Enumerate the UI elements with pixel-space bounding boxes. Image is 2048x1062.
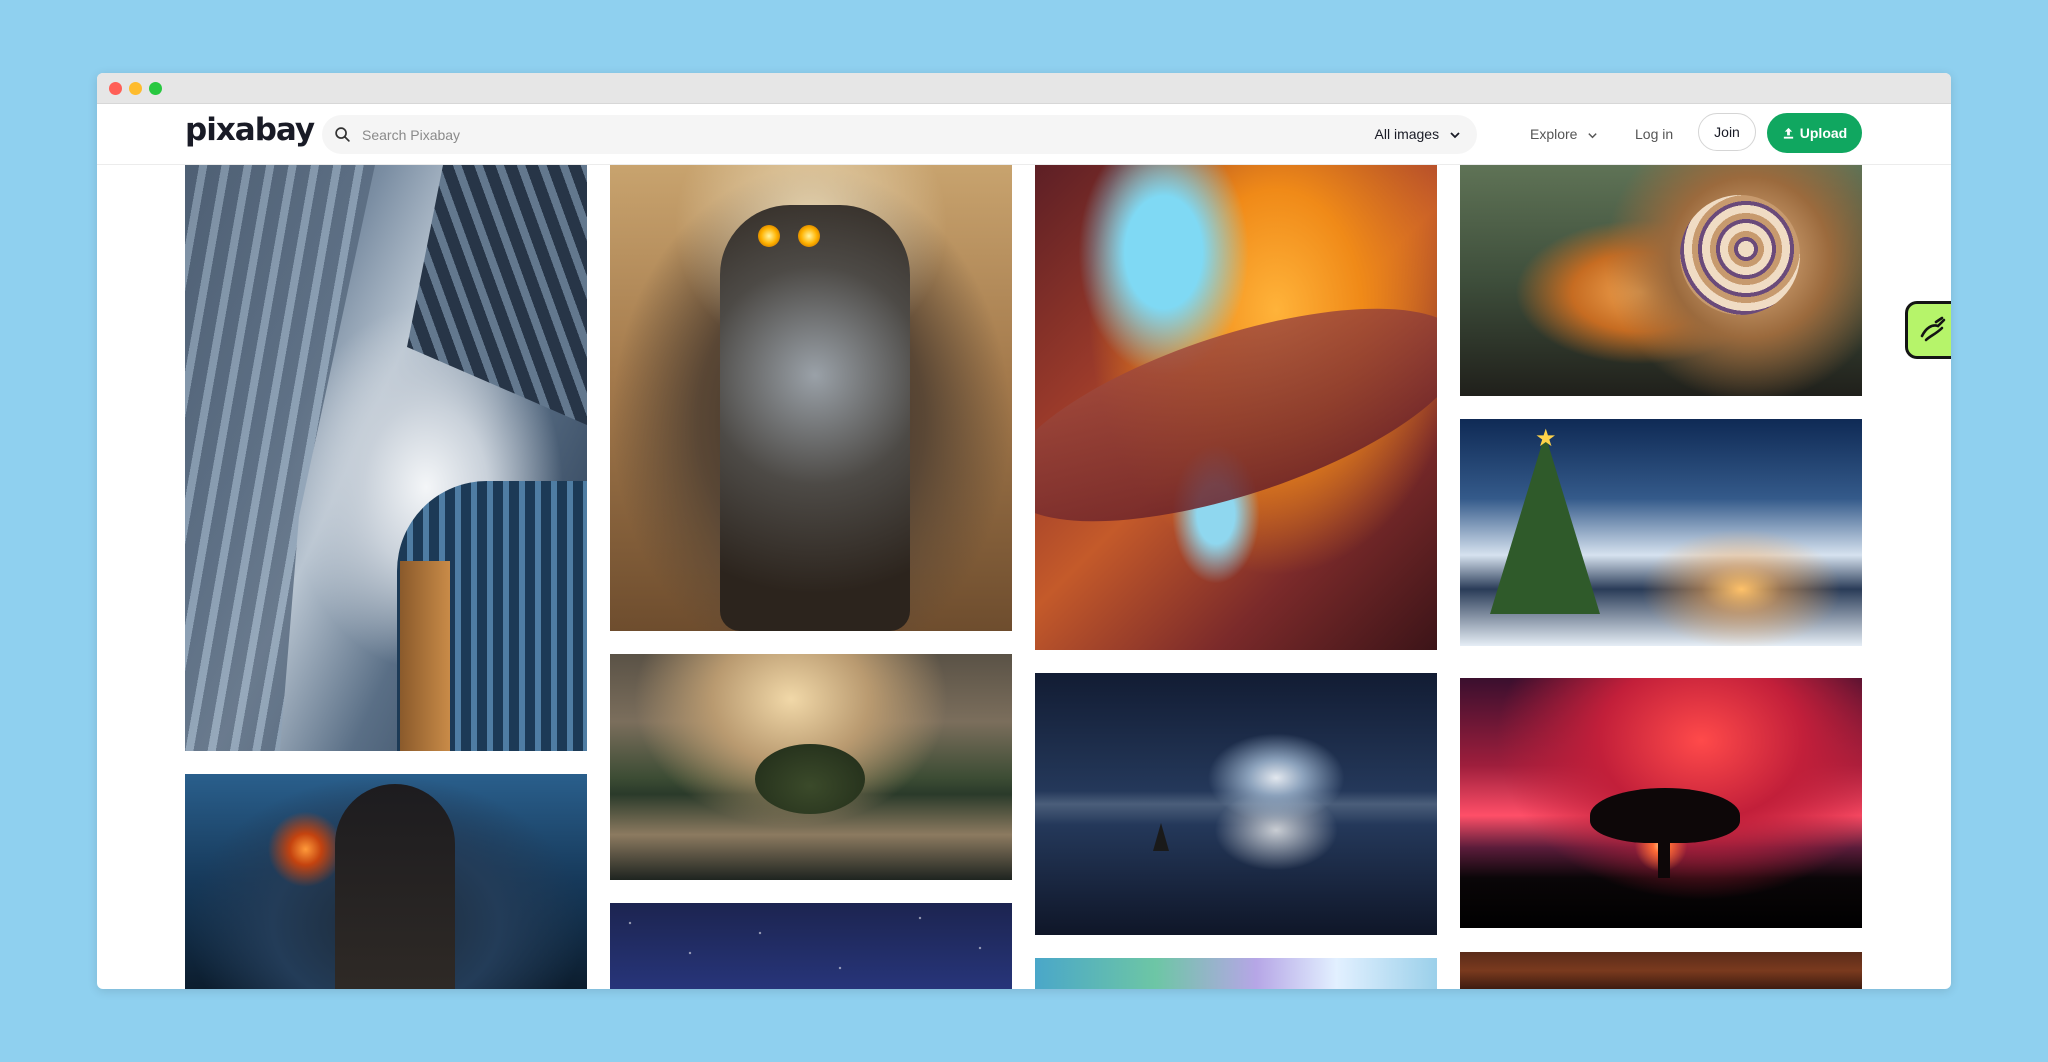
gallery-image-warm-interior[interactable] [1460, 952, 1862, 989]
image-type-label: All images [1374, 126, 1440, 142]
upload-icon [1783, 127, 1793, 139]
explore-label: Explore [1530, 126, 1578, 142]
image-type-dropdown[interactable]: All images [1375, 115, 1461, 154]
gallery-image-mountain-lake[interactable] [610, 654, 1012, 880]
upload-button[interactable]: Upload [1767, 113, 1862, 153]
island-shape [755, 744, 865, 814]
tree-canopy-shape [1590, 788, 1740, 843]
close-window-button[interactable] [109, 82, 122, 95]
minimize-window-button[interactable] [129, 82, 142, 95]
robot-eye [758, 225, 780, 247]
gallery-image-snail[interactable] [1460, 165, 1862, 396]
gallery-image-starry-sky[interactable] [610, 903, 1012, 989]
join-button[interactable]: Join [1698, 113, 1756, 151]
maximize-window-button[interactable] [149, 82, 162, 95]
search-input[interactable] [360, 121, 1264, 149]
gallery-image-canyon[interactable] [1035, 165, 1437, 650]
building-shape [400, 561, 450, 751]
chevron-down-icon [1588, 132, 1598, 139]
building-shape [407, 165, 587, 425]
hand-stamp-icon [1920, 316, 1946, 342]
explore-menu[interactable]: Explore [1530, 115, 1598, 154]
gallery-image-red-sky-tree[interactable] [1460, 678, 1862, 928]
christmas-tree-shape [1490, 434, 1600, 614]
gallery-image-sailboat[interactable] [1035, 673, 1437, 935]
hooded-figure-shape [335, 784, 455, 989]
building-shape [185, 165, 375, 751]
gallery-image-hooded-figure[interactable] [185, 774, 587, 989]
browser-window: pixabay All images Explore Log in Join [97, 73, 1951, 989]
search-bar[interactable]: All images [322, 115, 1477, 154]
star-icon: ★ [1535, 425, 1557, 452]
gallery-image-robot-warrior[interactable] [610, 165, 1012, 631]
robot-eye [798, 225, 820, 247]
tree-trunk-shape [1658, 838, 1670, 878]
side-feedback-widget[interactable] [1905, 301, 1951, 359]
title-bar [97, 73, 1951, 104]
image-gallery: ★ [97, 165, 1951, 989]
robot-shape [720, 205, 910, 631]
search-icon [335, 127, 350, 142]
gallery-image-christmas-village[interactable]: ★ [1460, 419, 1862, 646]
sailboat-shape [1153, 823, 1169, 851]
site-header: pixabay All images Explore Log in Join [97, 104, 1951, 165]
rock-wave-shape [1035, 264, 1437, 566]
chevron-down-icon [1450, 132, 1460, 139]
pixabay-logo[interactable]: pixabay [185, 110, 315, 150]
login-link[interactable]: Log in [1635, 115, 1673, 154]
gallery-image-skyscrapers[interactable] [185, 165, 587, 751]
snail-shell-shape [1680, 195, 1800, 315]
upload-label: Upload [1799, 125, 1848, 141]
gallery-image-bubbles[interactable] [1035, 958, 1437, 989]
